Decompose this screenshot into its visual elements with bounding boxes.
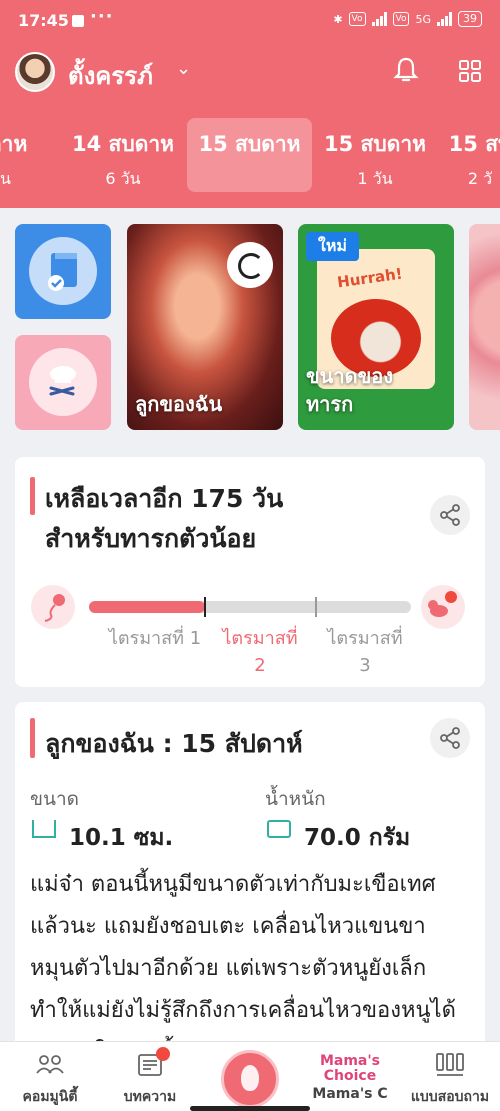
status-bar: 17:45 ··· ✱ Vo Vo 5G 39 <box>0 0 500 42</box>
week-selector[interactable]: ปดาห วัน 14 สบดาห 6 วัน 15 สบดาห 15 สบดา… <box>0 118 500 194</box>
chevron-down-icon[interactable]: ⌄ <box>176 58 191 79</box>
share-button[interactable] <box>430 495 470 535</box>
battery-icon: 39 <box>458 11 482 27</box>
more-notifications-icon: ··· <box>90 6 114 27</box>
sperm-icon <box>31 585 75 629</box>
profile-name[interactable]: ตั้งครรภ์ <box>68 56 153 95</box>
volte2-icon: Vo <box>392 12 410 26</box>
bluetooth-icon: ✱ <box>333 12 343 26</box>
app-header-bg: 17:45 ··· ✱ Vo Vo 5G 39 ตั้งครรภ์ ⌄ ป <box>0 0 500 208</box>
ruler-icon <box>32 820 56 838</box>
weight-label: น้ำหนัก <box>265 788 326 810</box>
new-badge: ใหม่ <box>306 232 359 261</box>
nav-articles[interactable]: บทความ <box>100 1042 200 1111</box>
countdown-title: เหลือเวลาอีก 175 วัน สำหรับทารกตัวน้อย <box>45 484 284 553</box>
baby-crawl-icon <box>421 585 465 629</box>
share-icon <box>440 727 460 749</box>
accent-bar <box>30 477 35 515</box>
weight-value: 70.0 กรัม <box>304 825 411 851</box>
week-item-selected[interactable]: 15 สบดาห <box>187 118 312 192</box>
volte-icon: Vo <box>348 12 366 26</box>
current-marker <box>203 597 206 617</box>
accent-bar <box>30 718 35 758</box>
share-icon <box>440 504 460 526</box>
size-value: 10.1 ซม. <box>69 825 174 851</box>
progress-fill <box>89 601 205 613</box>
baby-size-card[interactable]: Hurrah! ใหม่ ขนาดของทารก <box>298 224 454 430</box>
trimester-divider <box>315 597 317 617</box>
week-item[interactable]: 15 สบดาห 1 วัน <box>314 118 436 192</box>
status-time: 17:45 <box>18 11 69 30</box>
nav-mamas-choice-label: Mama's C <box>312 1086 388 1102</box>
grid-menu-icon[interactable] <box>459 60 481 82</box>
week-item[interactable]: ปดาห วัน <box>0 118 57 192</box>
mamas-choice-logo: Mama's Choice <box>319 1053 381 1084</box>
notification-icon <box>72 15 84 27</box>
countdown-card: เหลือเวลาอีก 175 วัน สำหรับทารกตัวน้อย ไ… <box>15 457 485 687</box>
my-baby-card[interactable]: ลูกของฉัน <box>127 224 283 430</box>
nav-survey-label: แบบสอบถาม <box>410 1089 490 1105</box>
home-indicator <box>190 1106 310 1111</box>
chef-icon <box>49 366 76 396</box>
nav-community[interactable]: คอมมูนิตี้ <box>0 1042 100 1111</box>
signal-icon <box>371 12 387 26</box>
top-bar: ตั้งครรภ์ ⌄ <box>0 42 500 102</box>
my-baby-title: ลูกของฉัน : 15 สัปดาห์ <box>45 729 303 758</box>
loading-icon <box>227 242 273 288</box>
trimester-progress <box>89 597 411 617</box>
nav-community-label: คอมมูนิตี้ <box>22 1089 78 1105</box>
size-label: ขนาด <box>30 788 79 810</box>
network-type: 5G <box>415 12 431 26</box>
feature-cards: ลูกของฉัน Hurrah! ใหม่ ขนาดของทารก <box>0 224 500 432</box>
avatar[interactable] <box>15 52 55 92</box>
status-icons: ✱ Vo Vo 5G 39 <box>333 11 482 27</box>
community-icon <box>36 1055 64 1074</box>
journal-tile[interactable] <box>15 224 111 319</box>
survey-icon <box>436 1053 464 1076</box>
nav-mamas-choice[interactable]: Mama's Choice Mama's C <box>300 1042 400 1111</box>
bell-icon[interactable] <box>393 56 419 84</box>
baby-size-card-label: ขนาดของทารก <box>306 364 394 416</box>
share-button[interactable] <box>430 718 470 758</box>
notification-dot <box>156 1047 170 1061</box>
signal2-icon <box>437 12 452 26</box>
trimester-2-label: ไตรมาสที่ 2 <box>222 628 298 676</box>
week-item[interactable]: 15 สบ 2 วั <box>440 118 500 192</box>
pregnancy-home-button[interactable] <box>221 1050 279 1108</box>
trimester-1-label: ไตรมาสที่ 1 <box>108 628 202 649</box>
trimester-3-label: ไตรมาสที่ 3 <box>327 628 403 676</box>
nav-survey[interactable]: แบบสอบถาม <box>400 1042 500 1111</box>
week-item[interactable]: 14 สบดาห 6 วัน <box>62 118 184 192</box>
bottom-nav: คอมมูนิตี้ บทความ Mama's Choice Mama's C… <box>0 1041 500 1111</box>
my-baby-card-label: ลูกของฉัน <box>135 392 223 416</box>
next-card[interactable] <box>469 224 500 430</box>
recipes-tile[interactable] <box>15 335 111 430</box>
scale-icon <box>267 820 291 838</box>
nav-articles-label: บทความ <box>123 1089 177 1105</box>
book-check-icon <box>48 253 77 291</box>
